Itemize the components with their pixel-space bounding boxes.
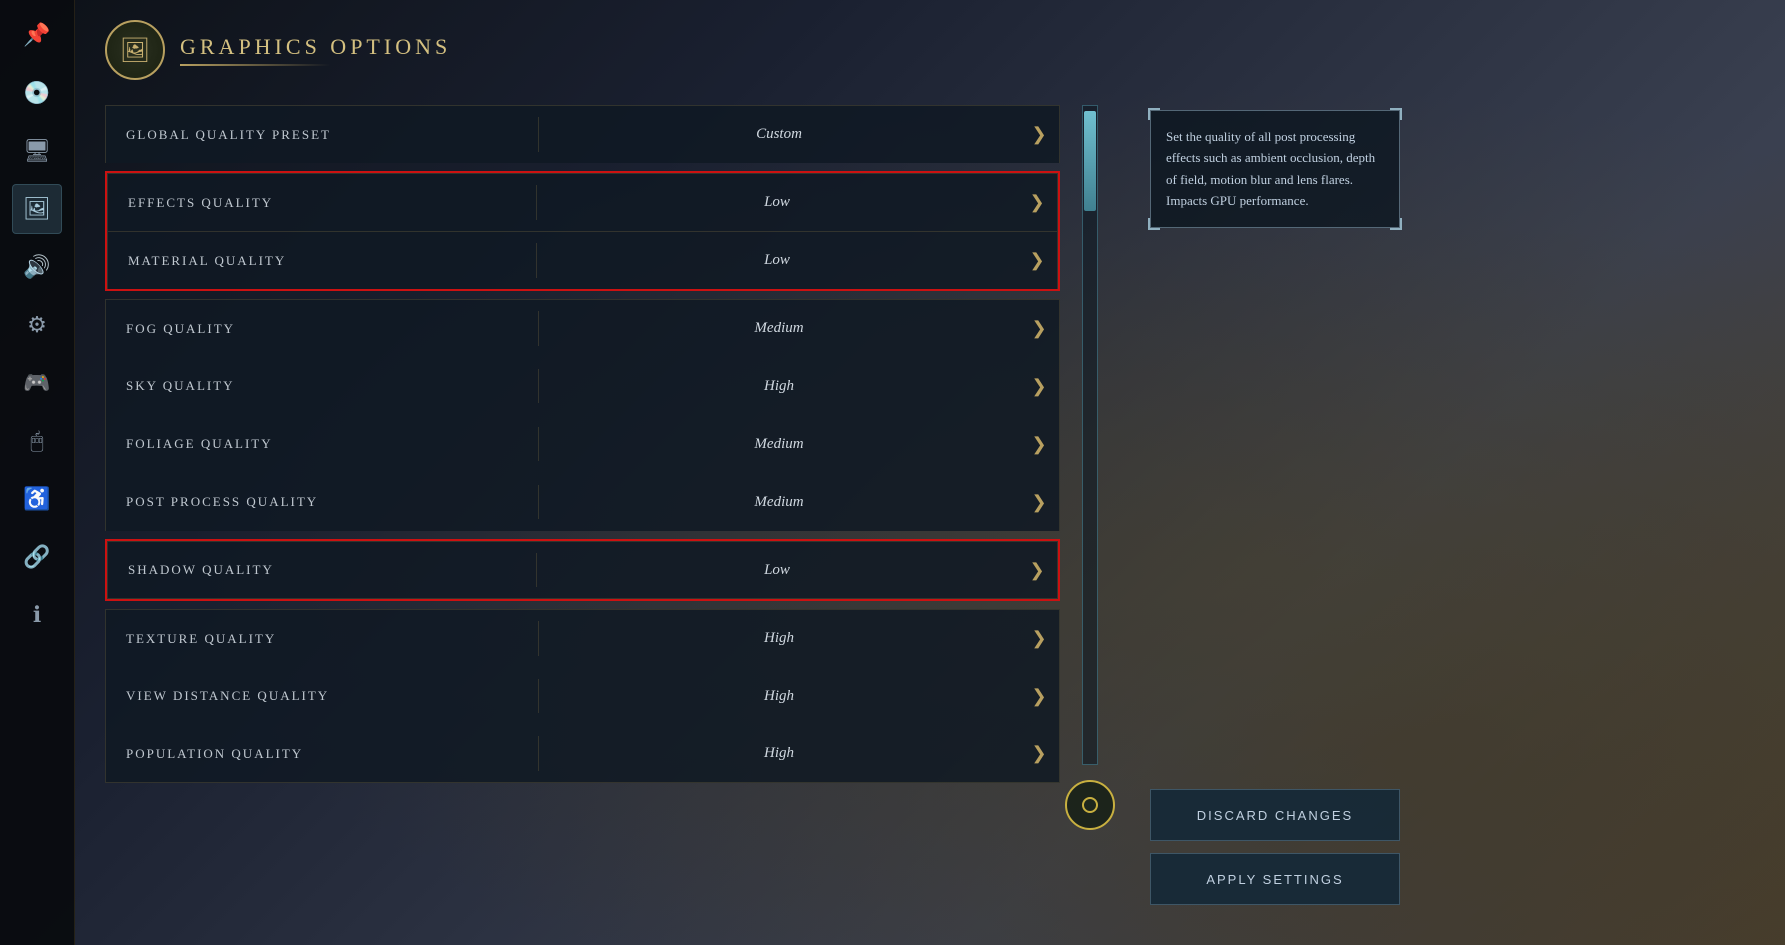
setting-value-view-distance-quality: High (539, 688, 1019, 705)
setting-label-shadow-quality: SHADOW QUALITY (108, 562, 536, 578)
settings-header: 🖼 GRAPHICS OPTIONS (105, 20, 1115, 80)
corner-tl (1148, 108, 1160, 120)
settings-panel: 🖼 GRAPHICS OPTIONS GLOBAL QUALITY PRESET… (75, 0, 1135, 945)
corner-tr (1390, 108, 1402, 120)
sidebar-icon-gamepad[interactable]: 🎮 (12, 358, 62, 408)
arrow-icon-shadow: ❯ (1017, 560, 1057, 581)
main-content: 🖼 GRAPHICS OPTIONS GLOBAL QUALITY PRESET… (75, 0, 1785, 945)
arrow-icon-material: ❯ (1017, 250, 1057, 271)
content-area: GLOBAL QUALITY PRESET Custom ❯ EFFECTS Q… (105, 105, 1115, 830)
arrow-icon-post-process: ❯ (1019, 492, 1059, 513)
corner-br (1390, 218, 1402, 230)
setting-value-foliage-quality: Medium (539, 436, 1019, 453)
setting-value-global-quality-preset: Custom (539, 126, 1019, 143)
setting-row-material-quality[interactable]: MATERIAL QUALITY Low ❯ (107, 231, 1058, 289)
setting-row-effects-quality[interactable]: EFFECTS QUALITY Low ❯ (107, 173, 1058, 231)
setting-label-global-quality-preset: GLOBAL QUALITY PRESET (106, 127, 538, 143)
arrow-icon-effects: ❯ (1017, 192, 1057, 213)
setting-row-foliage-quality[interactable]: FOLIAGE QUALITY Medium ❯ (105, 415, 1060, 473)
setting-label-post-process-quality: POST PROCESS QUALITY (106, 494, 538, 510)
sidebar: 📌 💿 🖥 🖼 🔊 ⚙ 🎮 🖱 ♿ 🔗 ℹ (0, 0, 75, 945)
arrow-icon-texture: ❯ (1019, 628, 1059, 649)
setting-label-sky-quality: SKY QUALITY (106, 378, 538, 394)
settings-list: GLOBAL QUALITY PRESET Custom ❯ EFFECTS Q… (105, 105, 1060, 830)
info-panel: Set the quality of all post processing e… (1135, 0, 1415, 945)
setting-value-effects-quality: Low (537, 194, 1017, 211)
setting-value-sky-quality: High (539, 378, 1019, 395)
setting-label-texture-quality: TEXTURE QUALITY (106, 631, 538, 647)
sidebar-icon-accessibility[interactable]: ♿ (12, 474, 62, 524)
arrow-icon-sky: ❯ (1019, 376, 1059, 397)
setting-row-view-distance-quality[interactable]: VIEW DISTANCE QUALITY High ❯ (105, 667, 1060, 725)
apply-settings-button[interactable]: APPLY SETTINGS (1150, 853, 1400, 905)
scroll-circle-inner (1082, 797, 1098, 813)
gap2 (105, 531, 1060, 539)
action-buttons: DISCARD CHANGES APPLY SETTINGS (1150, 789, 1400, 905)
scroll-circle-container (1065, 780, 1115, 830)
highlight-group-2: SHADOW QUALITY Low ❯ (105, 539, 1060, 601)
arrow-icon-view-distance: ❯ (1019, 686, 1059, 707)
corner-bl (1148, 218, 1160, 230)
setting-row-shadow-quality[interactable]: SHADOW QUALITY Low ❯ (107, 541, 1058, 599)
sidebar-icon-share[interactable]: 🔗 (12, 532, 62, 582)
arrow-icon-population: ❯ (1019, 743, 1059, 764)
setting-value-material-quality: Low (537, 252, 1017, 269)
setting-label-material-quality: MATERIAL QUALITY (108, 253, 536, 269)
scrollbar-area (1065, 105, 1115, 830)
scrollbar-thumb[interactable] (1084, 111, 1096, 211)
setting-row-texture-quality[interactable]: TEXTURE QUALITY High ❯ (105, 609, 1060, 667)
setting-value-post-process-quality: Medium (539, 494, 1019, 511)
setting-label-effects-quality: EFFECTS QUALITY (108, 195, 536, 211)
sidebar-icon-display[interactable]: 🖼 (12, 184, 62, 234)
setting-value-shadow-quality: Low (537, 562, 1017, 579)
scrollbar-track[interactable] (1082, 105, 1098, 765)
header-decoration (180, 64, 330, 66)
scroll-circle (1065, 780, 1115, 830)
setting-value-population-quality: High (539, 745, 1019, 762)
sidebar-icon-audio[interactable]: 🔊 (12, 242, 62, 292)
spacer (1150, 248, 1400, 769)
arrow-icon-foliage: ❯ (1019, 434, 1059, 455)
gap (105, 163, 1060, 171)
setting-row-global-quality-preset[interactable]: GLOBAL QUALITY PRESET Custom ❯ (105, 105, 1060, 163)
setting-row-post-process-quality[interactable]: POST PROCESS QUALITY Medium ❯ (105, 473, 1060, 531)
discard-changes-button[interactable]: DISCARD CHANGES (1150, 789, 1400, 841)
highlight-group-1: EFFECTS QUALITY Low ❯ MATERIAL QUALITY L… (105, 171, 1060, 291)
sidebar-icon-pin[interactable]: 📌 (12, 10, 62, 60)
setting-label-foliage-quality: FOLIAGE QUALITY (106, 436, 538, 452)
setting-row-sky-quality[interactable]: SKY QUALITY High ❯ (105, 357, 1060, 415)
setting-label-fog-quality: FOG QUALITY (106, 321, 538, 337)
sidebar-icon-info[interactable]: ℹ (12, 590, 62, 640)
info-text: Set the quality of all post processing e… (1166, 126, 1384, 212)
setting-label-population-quality: POPULATION QUALITY (106, 746, 538, 762)
sidebar-icon-mouse[interactable]: 🖱 (12, 416, 62, 466)
setting-value-texture-quality: High (539, 630, 1019, 647)
arrow-icon-global: ❯ (1019, 124, 1059, 145)
setting-row-population-quality[interactable]: POPULATION QUALITY High ❯ (105, 725, 1060, 783)
page-title: GRAPHICS OPTIONS (180, 34, 451, 60)
sidebar-icon-monitor[interactable]: 🖥 (12, 126, 62, 176)
arrow-icon-fog: ❯ (1019, 318, 1059, 339)
sidebar-icon-gear[interactable]: ⚙ (12, 300, 62, 350)
setting-row-fog-quality[interactable]: FOG QUALITY Medium ❯ (105, 299, 1060, 357)
info-box: Set the quality of all post processing e… (1150, 110, 1400, 228)
setting-value-fog-quality: Medium (539, 320, 1019, 337)
sidebar-icon-disc[interactable]: 💿 (12, 68, 62, 118)
setting-label-view-distance-quality: VIEW DISTANCE QUALITY (106, 688, 538, 704)
header-icon: 🖼 (105, 20, 165, 80)
